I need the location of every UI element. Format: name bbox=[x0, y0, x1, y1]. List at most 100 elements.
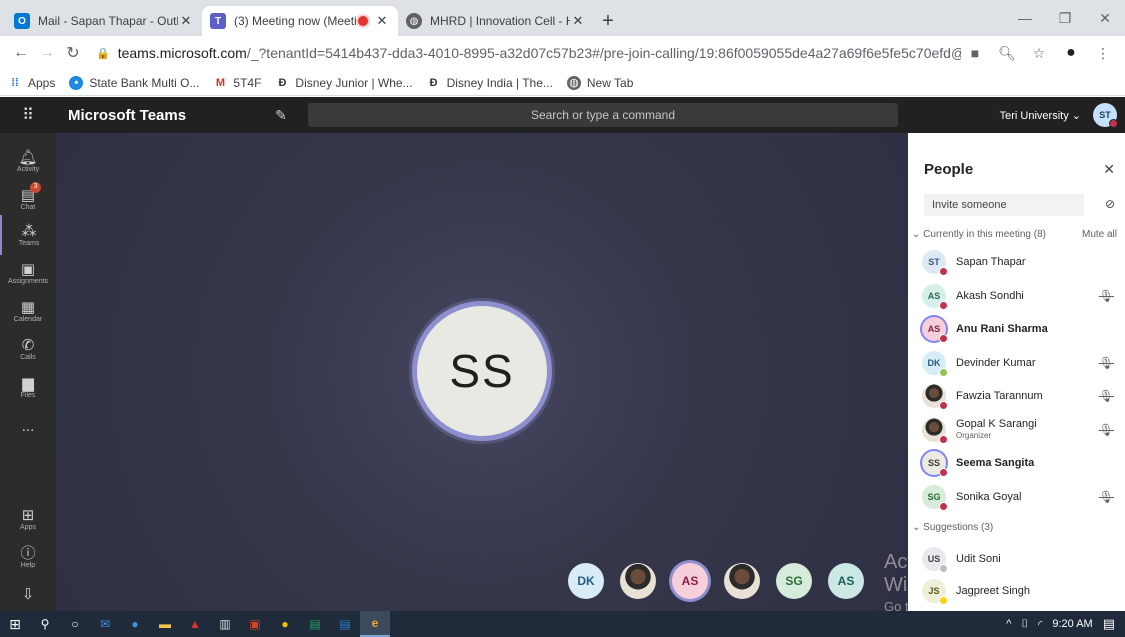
participant-row[interactable]: AS Anu Rani Sharma bbox=[922, 315, 1118, 343]
download-icon[interactable]: ⇩ bbox=[0, 575, 56, 615]
participant-name: Jagpreet Singh bbox=[956, 585, 1030, 597]
section-current[interactable]: ⌄ Currently in this meeting (8) bbox=[912, 229, 1046, 240]
bookmark-sbi[interactable]: • State Bank Multi O... bbox=[69, 75, 199, 90]
acrobat-icon[interactable]: ▲ bbox=[180, 611, 210, 637]
mic-muted-icon[interactable]: 🎙︎ bbox=[1099, 289, 1114, 303]
windows-start-icon[interactable]: ⊞ bbox=[0, 611, 30, 637]
mic-muted-icon[interactable]: 🎙︎ bbox=[1099, 356, 1114, 370]
dock-avatar[interactable] bbox=[724, 563, 760, 599]
bookmark-5t4f[interactable]: M 5T4F bbox=[213, 76, 262, 90]
bookmark-new-tab[interactable]: ◍ New Tab bbox=[566, 75, 633, 90]
rail-label: Calendar bbox=[13, 315, 43, 323]
new-chat-icon[interactable]: ✎ bbox=[266, 107, 296, 124]
participant-row[interactable]: Fawzia Tarannum 🎙︎ bbox=[922, 382, 1118, 410]
close-icon[interactable]: ✕ bbox=[178, 13, 194, 29]
wifi-icon[interactable]: ◜ bbox=[1038, 618, 1042, 631]
search-icon[interactable]: ⚲ bbox=[30, 611, 60, 637]
participant-row[interactable]: US Udit Soni bbox=[922, 545, 1118, 573]
tray-chevron-icon[interactable]: ^ bbox=[1006, 618, 1011, 630]
participant-row[interactable]: AS Akash Sondhi 🎙︎ bbox=[922, 282, 1118, 310]
back-icon[interactable]: ← bbox=[8, 40, 34, 66]
dock-avatar[interactable]: DK bbox=[568, 563, 604, 599]
chrome-icon[interactable]: ● bbox=[270, 611, 300, 637]
rail-item-files[interactable]: ▆ Files bbox=[0, 367, 56, 407]
participant-row[interactable]: JS Jagpreet Singh bbox=[922, 577, 1118, 605]
star-icon[interactable]: ☆ bbox=[1025, 39, 1053, 67]
rail-item-apps[interactable]: ⊞ Apps bbox=[0, 499, 56, 539]
reload-icon[interactable]: ↻ bbox=[60, 40, 86, 66]
dock-avatar[interactable]: AS bbox=[672, 563, 708, 599]
powerpoint-icon[interactable]: ▣ bbox=[240, 611, 270, 637]
dock-avatar[interactable]: AS bbox=[828, 563, 864, 599]
tab-outlook[interactable]: O Mail - Sapan Thapar - Outlook ✕ bbox=[6, 6, 202, 36]
bookmark-disney-india[interactable]: Ð Disney India | The... bbox=[427, 76, 553, 90]
menu-icon[interactable]: ⋮ bbox=[1089, 39, 1117, 67]
section-suggestions[interactable]: ⌄ Suggestions (3) bbox=[912, 522, 993, 533]
download-glyph: ⇩ bbox=[21, 586, 35, 603]
participant-row[interactable]: ST Sapan Thapar bbox=[922, 248, 1118, 276]
search-input[interactable]: Search or type a command bbox=[308, 103, 898, 127]
restore-icon[interactable]: ❐ bbox=[1045, 0, 1085, 36]
rail-item-chat[interactable]: ▤ 3 Chat bbox=[0, 179, 56, 219]
rail-item-assignments[interactable]: ▣ Assignments bbox=[0, 253, 56, 293]
close-icon[interactable]: ✕ bbox=[570, 13, 586, 29]
rail-item-more[interactable]: ... bbox=[0, 407, 56, 447]
profile-icon[interactable]: ● bbox=[1057, 39, 1085, 67]
presence-icon bbox=[939, 468, 948, 477]
more-icon: ... bbox=[21, 418, 35, 435]
org-switcher[interactable]: Teri University ⌄ bbox=[1000, 109, 1081, 122]
invite-input[interactable]: Invite someone bbox=[924, 194, 1084, 216]
participant-row[interactable]: SS Seema Sangita bbox=[922, 449, 1118, 477]
rail-item-calls[interactable]: ✆ Calls bbox=[0, 329, 56, 369]
close-icon[interactable]: ✕ bbox=[374, 13, 390, 29]
tab-teams-meeting[interactable]: T (3) Meeting now (Meeting) | ✕ bbox=[202, 6, 398, 36]
edge-icon[interactable]: ● bbox=[120, 611, 150, 637]
rail-label: Apps bbox=[20, 523, 36, 531]
rail-item-activity[interactable]: 🔔︎ Activity bbox=[0, 141, 56, 181]
network-icon[interactable]: ⌷ bbox=[1021, 618, 1028, 631]
rail-item-teams[interactable]: ⁂ Teams bbox=[0, 215, 56, 255]
avatar: AS bbox=[922, 317, 948, 343]
clock[interactable]: 9:20 AM bbox=[1052, 618, 1092, 630]
avatar[interactable]: ST bbox=[1093, 103, 1118, 128]
forward-icon[interactable]: → bbox=[34, 40, 60, 66]
rail-item-calendar[interactable]: ▦ Calendar bbox=[0, 291, 56, 331]
browser-toolbar: ← → ↻ 🔒 teams.microsoft.com/_?tenantId=5… bbox=[0, 36, 1125, 70]
mail-app-icon[interactable]: ✉ bbox=[90, 611, 120, 637]
camera-icon[interactable]: ■ bbox=[961, 39, 989, 67]
ie-icon[interactable]: e bbox=[360, 611, 390, 637]
file-explorer-icon[interactable]: ▬ bbox=[150, 611, 180, 637]
presence-icon bbox=[939, 596, 948, 605]
windows-taskbar: ⊞ ⚲ ○ ✉ ● ▬ ▲ ▥ ▣ ● ▤ ▤ e ^ ⌷ ◜ 9:20 AM … bbox=[0, 611, 1125, 637]
participant-row[interactable]: DK Devinder Kumar 🎙︎ bbox=[922, 349, 1118, 377]
mic-muted-icon[interactable]: 🎙︎ bbox=[1099, 423, 1114, 437]
bookmark-disney-junior[interactable]: Ð Disney Junior | Whe... bbox=[275, 76, 412, 90]
cortana-icon[interactable]: ○ bbox=[60, 611, 90, 637]
share-link-icon[interactable]: ⊘ bbox=[1105, 197, 1115, 211]
excel-icon[interactable]: ▤ bbox=[300, 611, 330, 637]
zoom-icon[interactable]: 🔍︎ bbox=[993, 39, 1021, 67]
mic-muted-icon[interactable]: 🎙︎ bbox=[1099, 389, 1114, 403]
mute-all-button[interactable]: Mute all bbox=[1082, 229, 1117, 240]
rail-item-help[interactable]: ⓘ Help bbox=[0, 537, 56, 577]
tab-mhrd[interactable]: ◍ MHRD | Innovation Cell - Home ✕ bbox=[398, 6, 594, 36]
dock-avatar[interactable]: SG bbox=[776, 563, 812, 599]
close-window-icon[interactable]: ✕ bbox=[1085, 0, 1125, 36]
invite-placeholder: Invite someone bbox=[932, 199, 1007, 211]
bookmark-apps[interactable]: ⁞⁞ Apps bbox=[8, 76, 55, 90]
phone-icon: ✆ bbox=[21, 336, 35, 354]
new-tab-button[interactable]: + bbox=[594, 6, 622, 36]
app-launcher-icon[interactable]: ⠿ bbox=[0, 105, 56, 125]
store-icon[interactable]: ▥ bbox=[210, 611, 240, 637]
word-icon[interactable]: ▤ bbox=[330, 611, 360, 637]
mic-muted-icon[interactable]: 🎙︎ bbox=[1099, 490, 1114, 504]
presence-icon bbox=[939, 401, 948, 410]
address-bar[interactable]: 🔒 teams.microsoft.com/_?tenantId=5414b43… bbox=[86, 39, 961, 67]
notifications-icon[interactable]: ▤ bbox=[1103, 616, 1115, 632]
rail-label: Help bbox=[20, 561, 36, 569]
close-icon[interactable]: ✕ bbox=[1103, 161, 1115, 178]
participant-row[interactable]: Gopal K Sarangi Organizer 🎙︎ bbox=[922, 416, 1118, 444]
dock-avatar[interactable] bbox=[620, 563, 656, 599]
participant-row[interactable]: SG Sonika Goyal 🎙︎ bbox=[922, 483, 1118, 511]
minimize-icon[interactable]: — bbox=[1005, 0, 1045, 36]
